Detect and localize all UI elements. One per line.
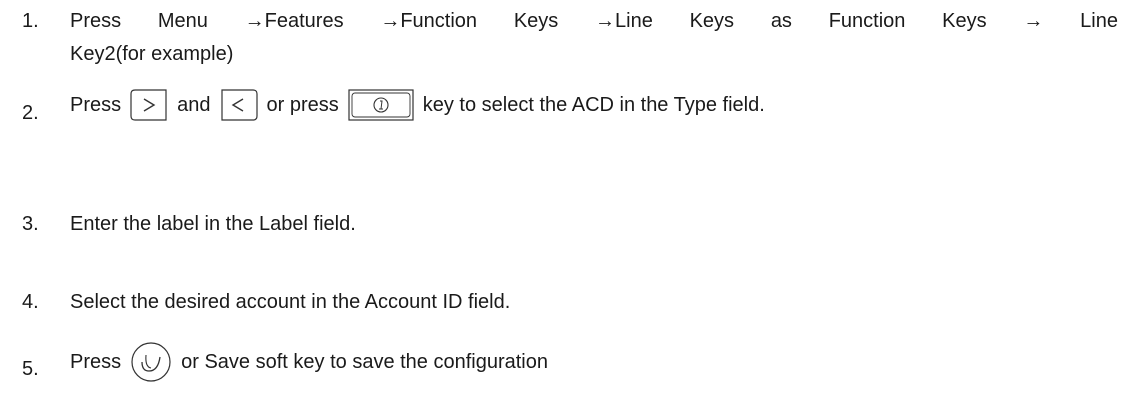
step-number: 4. (22, 291, 39, 313)
step-2-press: Press (70, 93, 122, 116)
word: Keys (513, 10, 559, 32)
left-arrow-key-icon (219, 88, 259, 122)
ok-info-key-icon (347, 88, 415, 122)
word: →Line (595, 10, 653, 32)
word: → (1023, 10, 1044, 32)
word: Keys (942, 10, 987, 32)
word: Press (70, 10, 122, 32)
step-5-press: Press (70, 350, 122, 373)
word: Menu (157, 10, 208, 32)
step-2-line: Press and or press key to select the ACD… (70, 88, 1113, 122)
word: Keys (689, 10, 735, 32)
step-1-line-2: Key2(for example) (70, 43, 234, 65)
step-5-rest: or Save soft key to save the configurati… (181, 350, 548, 373)
step-number: 2. (22, 102, 39, 124)
right-arrow-key-icon (129, 88, 169, 122)
word: Line (1080, 10, 1118, 32)
word: Function (828, 10, 906, 32)
step-2-and: and (177, 93, 211, 116)
step-number: 3. (22, 213, 39, 235)
step-2-rest: key to select the ACD in the Type field. (422, 93, 765, 116)
step-4-text: Select the desired account in the Accoun… (70, 291, 511, 313)
step-1-line-1: Press Menu →Features →Function Keys →Lin… (70, 10, 1118, 33)
step-number: 1. (22, 10, 39, 32)
step-2-or-press: or press (266, 93, 339, 116)
step-5-line: Press or Save soft key to save the confi… (70, 340, 1113, 384)
step-3-text: Enter the label in the Label field. (70, 213, 356, 235)
word: as (770, 10, 792, 32)
word: →Function (380, 10, 478, 32)
word: →Features (244, 10, 344, 32)
step-number: 5. (22, 358, 39, 380)
ok-check-key-icon (129, 340, 173, 384)
